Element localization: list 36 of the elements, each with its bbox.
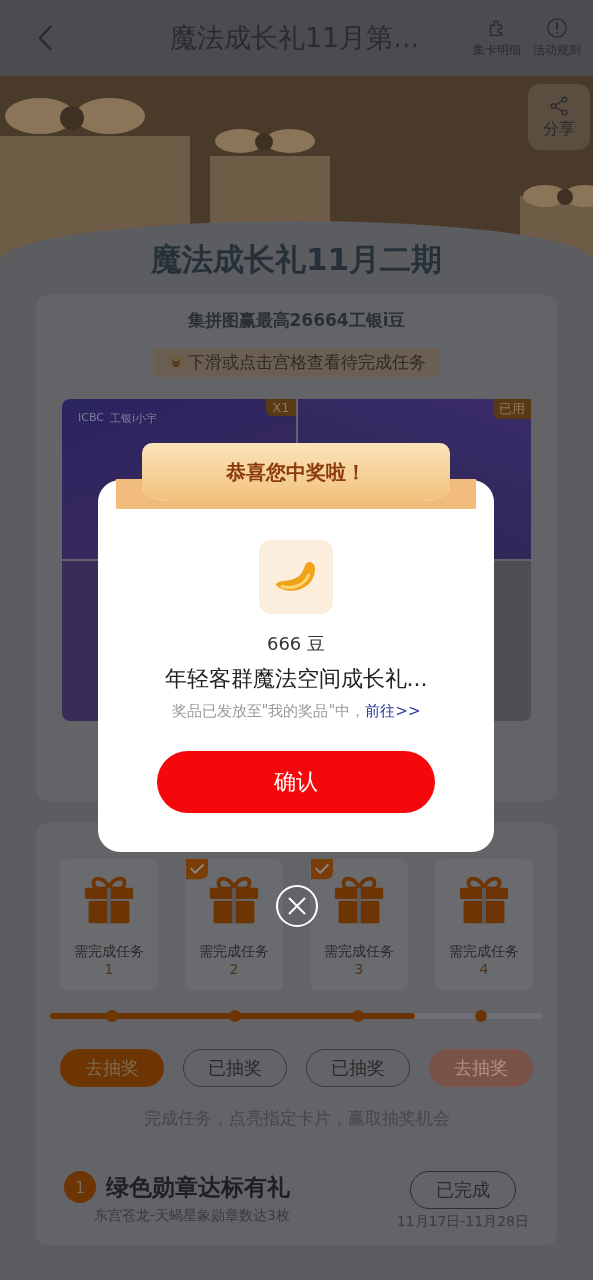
prize-amount: 666 豆: [266, 632, 326, 656]
milestone-dot: [105, 1010, 118, 1022]
info-icon[interactable]: [546, 17, 568, 39]
reward-number: 4: [479, 961, 489, 977]
brand-name: 工银i小宇: [109, 411, 158, 426]
task-number: 1: [64, 1171, 96, 1203]
reward-tile[interactable]: 需完成任务 2: [185, 859, 283, 991]
share-icon: [548, 94, 570, 117]
reward-number: 1: [104, 961, 114, 977]
reward-number: 3: [354, 961, 364, 977]
reward-tile[interactable]: 需完成任务 4: [435, 859, 533, 991]
close-icon[interactable]: [275, 884, 319, 928]
dialog-title: 恭喜您中奖啦！: [226, 458, 366, 486]
reward-tile[interactable]: 需完成任务 3: [310, 859, 408, 991]
activity-subtitle: 集拼图赢最高26664工银i豆: [187, 309, 406, 332]
milestone-dot: [228, 1010, 241, 1022]
reward-label: 需完成任务: [449, 943, 519, 961]
task-title: 绿色勋章达标有礼: [106, 1172, 290, 1202]
bean-icon: [259, 540, 333, 614]
reward-number: 2: [229, 961, 239, 977]
draw-button[interactable]: 去抽奖: [60, 1049, 164, 1087]
tile-badge: X1: [266, 399, 296, 416]
brand-logo-text: ICBC: [78, 411, 104, 426]
prize-note: 奖品已发放至"我的奖品"中，: [171, 702, 366, 720]
go-link[interactable]: 前往>>: [365, 702, 421, 720]
reward-label: 需完成任务: [199, 943, 269, 961]
milestone-dot: [475, 1010, 488, 1022]
tile-badge: 已用: [493, 399, 531, 419]
milestone-dot: [352, 1010, 365, 1022]
reward-label: 需完成任务: [74, 943, 144, 961]
confirm-button[interactable]: 确认: [157, 751, 435, 813]
hint-text: 下滑或点击宫格查看待完成任务: [187, 351, 426, 374]
reward-tile[interactable]: 需完成任务 1: [60, 859, 158, 991]
chevron-down-icon: [167, 354, 184, 371]
prize-name: 年轻客群魔法空间成长礼...: [164, 665, 428, 693]
reward-label: 需完成任务: [324, 943, 394, 961]
